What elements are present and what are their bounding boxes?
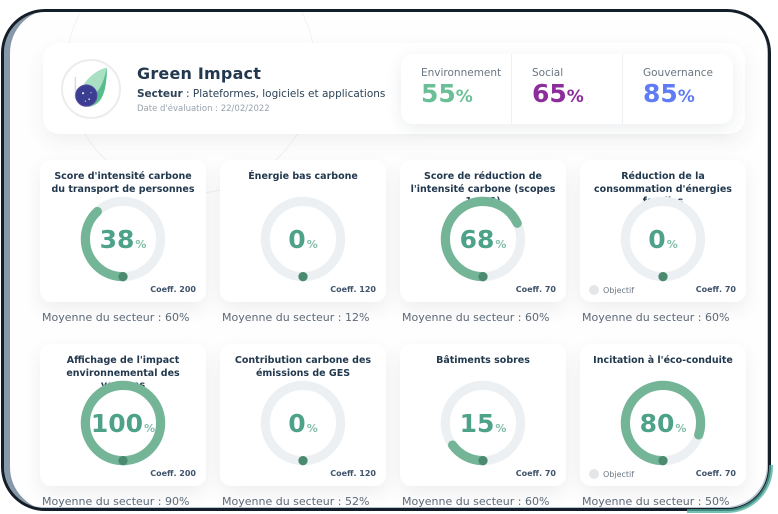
objective-badge: Objectif xyxy=(589,469,634,479)
donut-chart: 68% xyxy=(437,193,529,285)
app-window: Green Impact Secteur : Plateformes, logi… xyxy=(0,0,778,514)
indicator-cell: Bâtiments sobres 15% Coeff. 70 Moyenne d… xyxy=(400,344,566,508)
indicator-cell: Contribution carbone des émissions de GE… xyxy=(220,344,386,508)
indicator-cell: Affichage de l'impact environnemental de… xyxy=(40,344,206,508)
donut-chart: 0% xyxy=(257,377,349,469)
green-impact-logo-icon xyxy=(61,59,121,119)
indicator-card-transport[interactable]: Score d'intensité carbone du transport d… xyxy=(40,160,206,302)
sector-average: Moyenne du secteur : 60% xyxy=(582,311,746,324)
page-title: Green Impact xyxy=(137,64,385,83)
esg-scores-panel: Environnement 55% Social 65% Gouvernance… xyxy=(401,54,733,124)
company-info: Green Impact Secteur : Plateformes, logi… xyxy=(137,64,385,114)
sector-average: Moyenne du secteur : 60% xyxy=(402,495,566,508)
indicator-cell: Incitation à l'éco-conduite 80% Objectif… xyxy=(580,344,746,508)
objective-badge: Objectif xyxy=(589,285,634,295)
sector-label: Secteur xyxy=(137,88,183,100)
indicator-card-eco-conduite[interactable]: Incitation à l'éco-conduite 80% Objectif… xyxy=(580,344,746,486)
coefficient-label: Coeff. 200 xyxy=(150,469,196,478)
objective-dot-icon xyxy=(589,285,599,295)
indicator-cell: Score de réduction de l'intensité carbon… xyxy=(400,160,566,324)
card-title: Score de réduction de l'intensité carbon… xyxy=(400,160,566,191)
sector-average: Moyenne du secteur : 12% xyxy=(222,311,386,324)
coefficient-label: Coeff. 120 xyxy=(330,469,376,478)
sector-value: : Plateformes, logiciels et applications xyxy=(183,88,386,100)
sector-average: Moyenne du secteur : 60% xyxy=(402,311,566,324)
coefficient-label: Coeff. 70 xyxy=(516,469,556,478)
coefficient-label: Coeff. 70 xyxy=(696,469,736,478)
evaluation-date: Date d'évaluation : 22/02/2022 xyxy=(137,104,385,114)
sector-line: Secteur : Plateformes, logiciels et appl… xyxy=(137,88,385,100)
coefficient-label: Coeff. 200 xyxy=(150,285,196,294)
card-title: Bâtiments sobres xyxy=(400,344,566,375)
sector-average: Moyenne du secteur : 52% xyxy=(222,495,386,508)
donut-chart: 0% xyxy=(617,193,709,285)
donut-chart: 0% xyxy=(257,193,349,285)
indicator-card-affichage-impact[interactable]: Affichage de l'impact environnemental de… xyxy=(40,344,206,486)
sector-average: Moyenne du secteur : 90% xyxy=(42,495,206,508)
donut-chart: 80% xyxy=(617,377,709,469)
donut-chart: 100% xyxy=(77,377,169,469)
card-title: Affichage de l'impact environnemental de… xyxy=(40,344,206,375)
card-title: Énergie bas carbone xyxy=(220,160,386,191)
indicator-card-contribution-ges[interactable]: Contribution carbone des émissions de GE… xyxy=(220,344,386,486)
coefficient-label: Coeff. 70 xyxy=(696,285,736,294)
card-title: Score d'intensité carbone du transport d… xyxy=(40,160,206,191)
indicator-card-energies-fossiles[interactable]: Réduction de la consommation d'énergies … xyxy=(580,160,746,302)
indicator-cell: Énergie bas carbone 0% Coeff. 120 Moyenn… xyxy=(220,160,386,324)
indicator-card-batiments-sobres[interactable]: Bâtiments sobres 15% Coeff. 70 xyxy=(400,344,566,486)
score-gouvernance: Gouvernance 85% xyxy=(622,54,733,124)
coefficient-label: Coeff. 120 xyxy=(330,285,376,294)
sector-average: Moyenne du secteur : 50% xyxy=(582,495,746,508)
device-frame: Green Impact Secteur : Plateformes, logi… xyxy=(1,9,771,511)
indicator-card-reduction-intensite[interactable]: Score de réduction de l'intensité carbon… xyxy=(400,160,566,302)
coefficient-label: Coeff. 70 xyxy=(516,285,556,294)
indicator-cell: Score d'intensité carbone du transport d… xyxy=(40,160,206,324)
indicator-cards-grid: Score d'intensité carbone du transport d… xyxy=(40,160,746,508)
donut-chart: 15% xyxy=(437,377,529,469)
header-card: Green Impact Secteur : Plateformes, logi… xyxy=(43,43,745,134)
card-title: Incitation à l'éco-conduite xyxy=(580,344,746,375)
objective-dot-icon xyxy=(589,469,599,479)
sector-average: Moyenne du secteur : 60% xyxy=(42,311,206,324)
indicator-cell: Réduction de la consommation d'énergies … xyxy=(580,160,746,324)
card-title: Réduction de la consommation d'énergies … xyxy=(580,160,746,191)
donut-chart: 38% xyxy=(77,193,169,285)
score-social: Social 65% xyxy=(511,54,622,124)
indicator-card-energie[interactable]: Énergie bas carbone 0% Coeff. 120 xyxy=(220,160,386,302)
card-title: Contribution carbone des émissions de GE… xyxy=(220,344,386,375)
score-environnement: Environnement 55% xyxy=(401,54,511,124)
